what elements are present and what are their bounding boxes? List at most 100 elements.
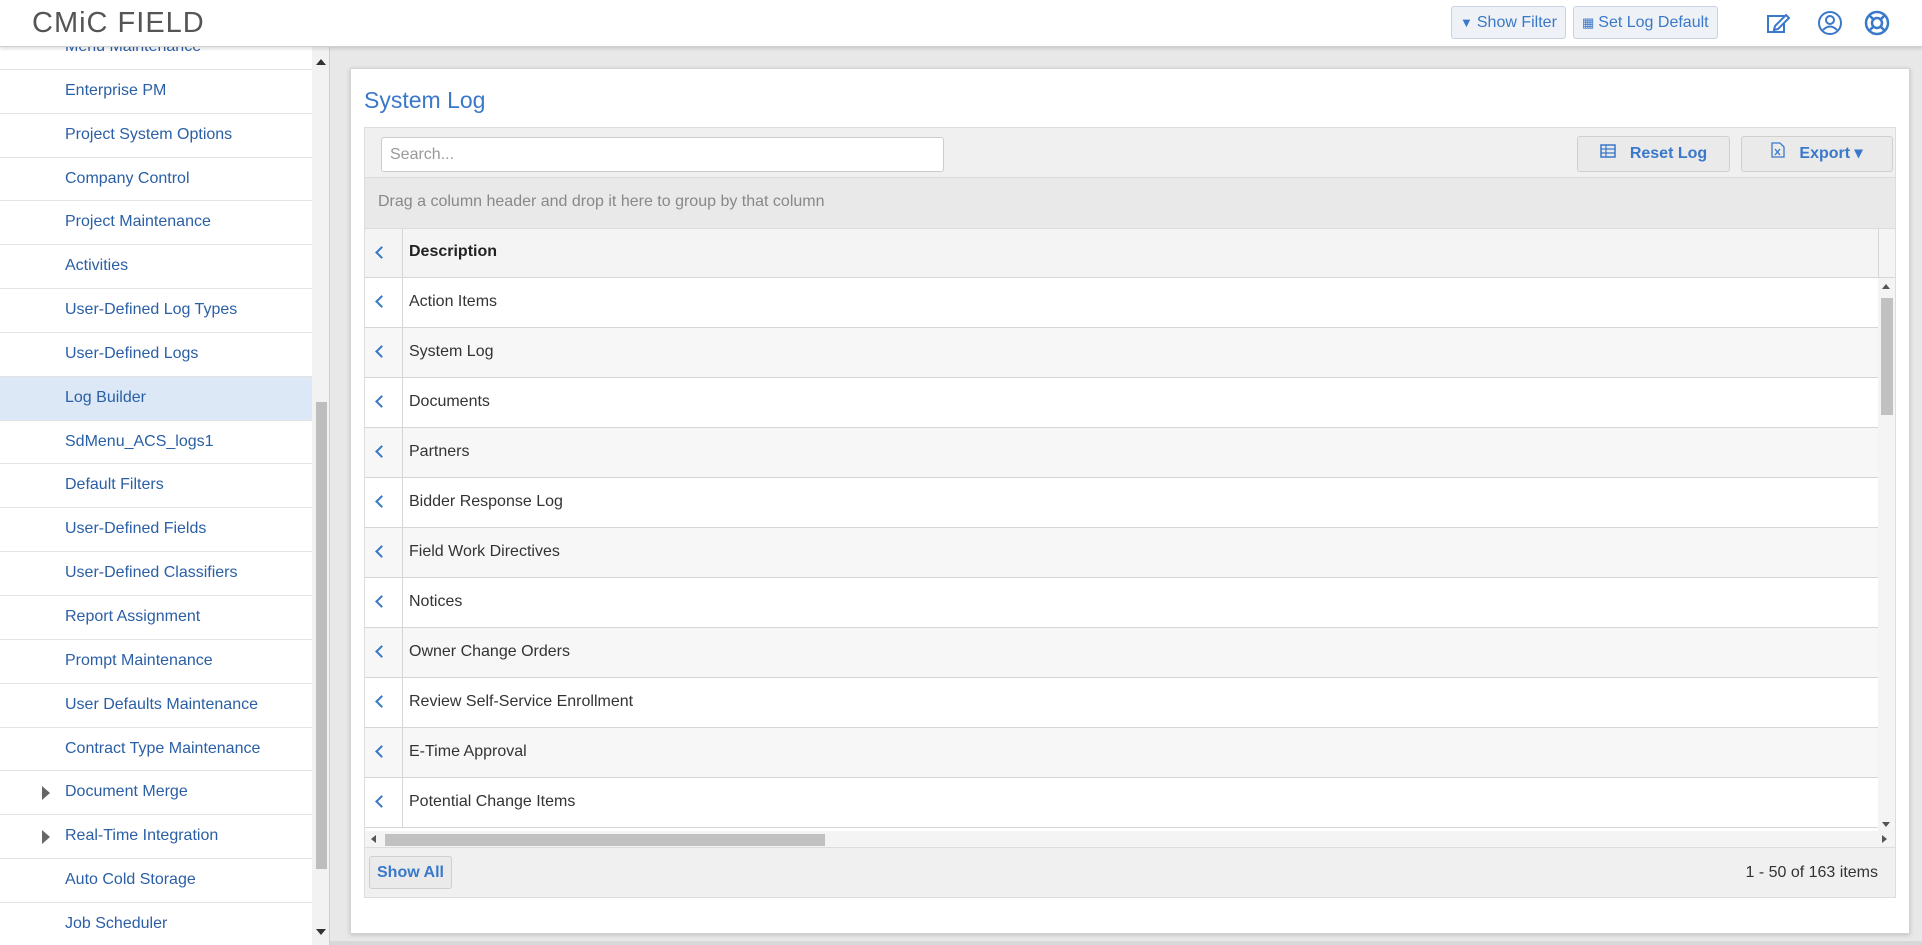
header-expand-cell[interactable] — [365, 229, 403, 278]
show-filter-label: Show Filter — [1476, 14, 1557, 31]
sidebar-item[interactable]: Company Control — [0, 158, 312, 202]
expand-arrow-icon[interactable] — [42, 830, 50, 845]
export-button[interactable]: Export ▾ — [1741, 136, 1893, 172]
edit-icon[interactable] — [1765, 10, 1791, 36]
sidebar-item[interactable]: Report Assignment — [0, 596, 312, 640]
chevron-left-icon — [375, 246, 388, 259]
group-hint-text: Drag a column header and drop it here to… — [378, 193, 825, 210]
filter-icon: ▼ — [1460, 15, 1473, 30]
table-row[interactable]: Documents — [365, 378, 1878, 428]
table-row[interactable]: Bidder Response Log — [365, 478, 1878, 528]
table-row[interactable]: Review Self-Service Enrollment — [365, 678, 1878, 728]
grid-vertical-scrollbar[interactable] — [1878, 278, 1895, 833]
sidebar-item[interactable]: SdMenu_ACS_logs1 — [0, 421, 312, 465]
group-drop-area[interactable]: Drag a column header and drop it here to… — [364, 178, 1896, 228]
chevron-left-icon — [375, 345, 388, 358]
chevron-left-icon — [375, 545, 388, 558]
grid-horizontal-scrollbar[interactable] — [365, 831, 1895, 847]
log-grid: Description Action Items System Log Docume… — [364, 228, 1896, 848]
row-expand-cell[interactable] — [365, 678, 403, 727]
grid-rows: Action Items System Log Documents Partners B… — [365, 278, 1878, 828]
scroll-down-icon[interactable] — [316, 929, 326, 935]
sidebar-item-label: User-Defined Logs — [65, 344, 199, 362]
sidebar-item[interactable]: Prompt Maintenance — [0, 640, 312, 684]
row-expand-cell[interactable] — [365, 778, 403, 827]
table-row[interactable]: Action Items — [365, 278, 1878, 328]
sidebar-item[interactable]: Auto Cold Storage — [0, 859, 312, 903]
sidebar-item-label: Menu Maintenance — [65, 47, 201, 56]
grid-vertical-scroll-thumb[interactable] — [1881, 298, 1893, 415]
scroll-up-icon[interactable] — [1882, 284, 1890, 289]
row-expand-cell[interactable] — [365, 478, 403, 527]
table-row[interactable]: Potential Change Items — [365, 778, 1878, 828]
sidebar-item-label: User-Defined Log Types — [65, 301, 238, 319]
sidebar-item[interactable]: User Defaults Maintenance — [0, 684, 312, 728]
sidebar-item-label: Enterprise PM — [65, 81, 167, 99]
table-row[interactable]: Field Work Directives — [365, 528, 1878, 578]
sidebar-item-label: Prompt Maintenance — [65, 651, 213, 669]
system-log-panel: System Log Reset Log Export ▾ Drag a col… — [350, 68, 1910, 934]
sidebar-item[interactable]: User-Defined Log Types — [0, 289, 312, 333]
row-expand-cell[interactable] — [365, 578, 403, 627]
row-expand-cell[interactable] — [365, 628, 403, 677]
row-description: System Log — [409, 343, 494, 360]
help-icon[interactable] — [1864, 10, 1890, 36]
row-expand-cell[interactable] — [365, 278, 403, 327]
app-logo: CMiC FIELD — [32, 7, 205, 39]
grid-toolbar: Reset Log Export ▾ — [364, 127, 1896, 178]
row-expand-cell[interactable] — [365, 528, 403, 577]
table-row[interactable]: System Log — [365, 328, 1878, 378]
expand-arrow-icon[interactable] — [42, 786, 50, 801]
row-description: Notices — [409, 593, 463, 610]
row-expand-cell[interactable] — [365, 728, 403, 777]
sidebar-item[interactable]: Project Maintenance — [0, 201, 312, 246]
user-icon[interactable] — [1817, 10, 1843, 36]
sidebar-item[interactable]: Default Filters — [0, 464, 312, 509]
set-log-default-button[interactable]: ▦ Set Log Default — [1573, 6, 1718, 39]
search-input[interactable] — [381, 137, 944, 172]
show-all-button[interactable]: Show All — [369, 856, 452, 889]
table-row[interactable]: Partners — [365, 428, 1878, 478]
table-row[interactable]: Notices — [365, 578, 1878, 628]
scroll-up-icon[interactable] — [316, 59, 326, 65]
grid-pager: Show All 1 - 50 of 163 items — [364, 848, 1896, 898]
sidebar-item[interactable]: Document Merge — [0, 771, 312, 816]
sidebar-item[interactable]: Log Builder — [0, 376, 312, 421]
grid-horizontal-scroll-thumb[interactable] — [385, 834, 825, 846]
row-expand-cell[interactable] — [365, 428, 403, 477]
row-expand-cell[interactable] — [365, 378, 403, 427]
chevron-left-icon — [375, 395, 388, 408]
scroll-right-icon[interactable] — [1882, 835, 1887, 843]
reset-log-button[interactable]: Reset Log — [1577, 136, 1730, 172]
sidebar-scroll-thumb[interactable] — [316, 402, 327, 869]
excel-file-icon — [1771, 137, 1786, 171]
row-description: Owner Change Orders — [409, 643, 570, 660]
chevron-left-icon — [375, 695, 388, 708]
sidebar-item[interactable]: Project System Options — [0, 114, 312, 158]
scroll-left-icon[interactable] — [371, 835, 376, 843]
show-filter-button[interactable]: ▼ Show Filter — [1451, 6, 1566, 39]
sidebar-item[interactable]: Enterprise PM — [0, 70, 312, 114]
sidebar-item[interactable]: Activities — [0, 245, 312, 290]
row-description: Action Items — [409, 293, 498, 310]
sidebar-item[interactable]: User-Defined Classifiers — [0, 552, 312, 596]
sidebar-item[interactable]: Real-Time Integration — [0, 815, 312, 860]
chevron-left-icon — [375, 445, 388, 458]
sidebar-scrollbar[interactable] — [312, 47, 329, 945]
column-header-description[interactable]: Description — [409, 243, 497, 261]
sidebar-item-label: Log Builder — [65, 388, 146, 406]
sidebar-item[interactable]: Job Scheduler — [0, 903, 312, 945]
sidebar-item-label: Project System Options — [65, 125, 233, 143]
sidebar-item[interactable]: Menu Maintenance — [0, 47, 312, 70]
sidebar-item[interactable]: User-Defined Fields — [0, 508, 312, 553]
scroll-down-icon[interactable] — [1882, 822, 1890, 827]
row-expand-cell[interactable] — [365, 328, 403, 377]
sidebar-item[interactable]: Contract Type Maintenance — [0, 728, 312, 772]
sidebar-item[interactable]: User-Defined Logs — [0, 333, 312, 377]
sidebar-item-label: User-Defined Classifiers — [65, 564, 238, 582]
sidebar-item-label: Activities — [65, 257, 129, 275]
table-row[interactable]: E-Time Approval — [365, 728, 1878, 778]
chevron-left-icon — [375, 745, 388, 758]
row-description: Potential Change Items — [409, 793, 576, 810]
table-row[interactable]: Owner Change Orders — [365, 628, 1878, 678]
